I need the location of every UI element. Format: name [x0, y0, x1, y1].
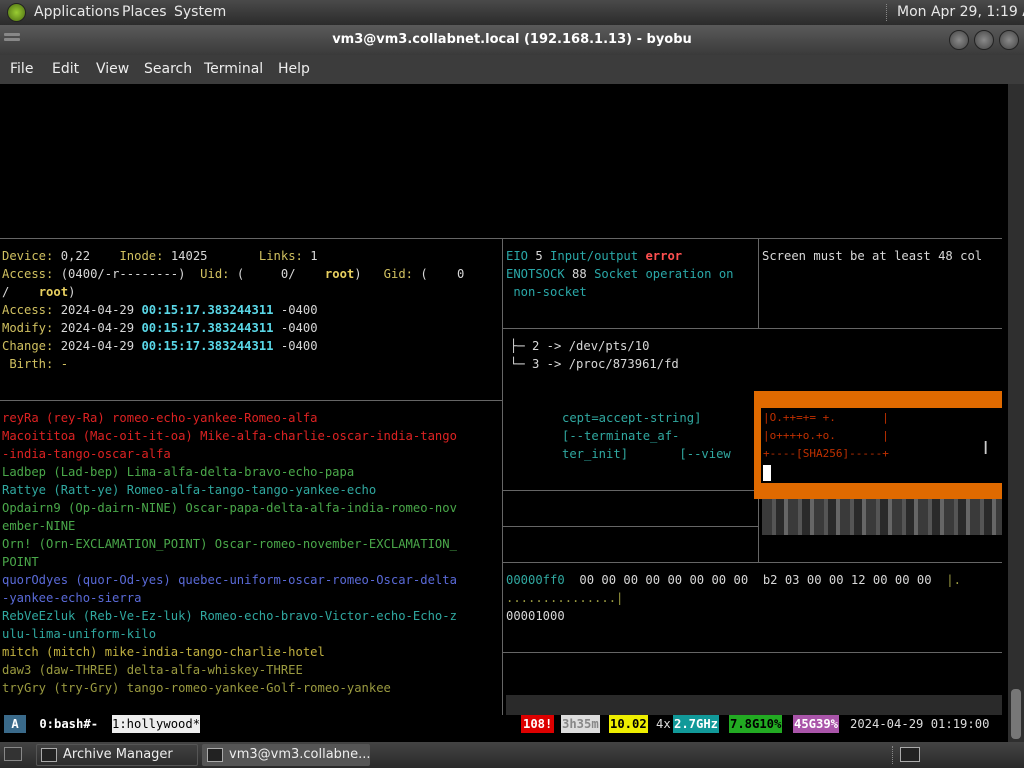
randomart-line: +----[SHA256]-----+	[763, 447, 889, 460]
pane-divider	[502, 328, 1002, 329]
pane-divider	[758, 238, 759, 328]
stat-perm-line: Access: (0400/-r--------) Uid: ( 0/ root…	[2, 267, 465, 281]
name-entry-line: -yankee-echo-sierra	[2, 591, 142, 605]
randomart-line: |O.++=+= +. |	[763, 411, 889, 424]
window-tab-hollywood[interactable]: 1:hollywood*	[112, 715, 201, 733]
scrollbar-thumb[interactable]	[1011, 689, 1021, 739]
session-badge: A	[4, 715, 26, 733]
stat-birth-line: Birth: -	[2, 357, 69, 371]
panel-clock[interactable]: Mon Apr 29, 1:19 AM	[897, 4, 1024, 20]
updates-badge: 108!	[521, 715, 555, 733]
name-entry-line: daw3 (daw-THREE) delta-alfa-whiskey-THRE…	[2, 663, 303, 677]
panel-separator	[886, 4, 888, 21]
uptime-badge: 3h35m	[561, 715, 600, 733]
minimize-button[interactable]	[949, 30, 969, 50]
archive-manager-icon	[41, 748, 57, 762]
pane-divider	[502, 490, 754, 491]
hexdump-next-offset: 00001000	[506, 609, 565, 623]
name-entry-line: ulu-lima-uniform-kilo	[2, 627, 157, 641]
menu-view[interactable]: View	[96, 61, 129, 77]
menu-help[interactable]: Help	[278, 61, 310, 77]
ascii-art-block	[762, 499, 1002, 535]
randomart-line: |o++++o.+o. |	[763, 429, 889, 442]
task-label: Archive Manager	[63, 747, 173, 762]
name-entry-line: tryGry (try-Gry) tango-romeo-yankee-Golf…	[2, 681, 391, 695]
name-entry-line: quorOdyes (quor-Od-yes) quebec-uniform-o…	[2, 573, 457, 587]
ssh-keygen-randomart: |O.++=+= +. | |o++++o.+o. | +----[SHA256…	[761, 408, 1002, 483]
name-entry-line: ember-NINE	[2, 519, 76, 533]
window-title: vm3@vm3.collabnet.local (192.168.1.13) -…	[332, 32, 692, 47]
cpu-freq-badge: 2.7GHz	[673, 715, 720, 733]
pane-divider	[758, 499, 759, 562]
window-tab-bash[interactable]: 0:bash#-	[32, 715, 105, 733]
name-entry-line: RebVeEzluk (Reb-Ve-Ez-luk) Romeo-echo-br…	[2, 609, 457, 623]
bottom-taskbar: Archive Manager vm3@vm3.collabne...	[0, 742, 1024, 768]
fd-line: ├─ 2 -> /dev/pts/10	[510, 339, 650, 353]
pane-divider	[502, 562, 1002, 563]
mouse-ibeam-icon: Ⅰ	[983, 438, 989, 459]
top-panel: Applications Places System Mon Apr 29, 1…	[0, 0, 1024, 25]
terminal-area[interactable]: Device: 0,22 Inode: 14025 Links: 1 Acces…	[0, 84, 1008, 742]
screen-size-message: Screen must be at least 48 col	[762, 249, 983, 263]
stat-change-line: Change: 2024-04-29 00:15:17.383244311 -0…	[2, 339, 318, 353]
menu-file[interactable]: File	[10, 61, 33, 77]
stat-access-line: Access: 2024-04-29 00:15:17.383244311 -0…	[2, 303, 318, 317]
pane-divider	[502, 652, 1002, 653]
menu-edit[interactable]: Edit	[52, 61, 79, 77]
name-entry-line: Ladbep (Lad-bep) Lima-alfa-delta-bravo-e…	[2, 465, 355, 479]
errno-enotsock-line: ENOTSOCK 88 Socket operation on	[506, 267, 734, 281]
active-pane-highlight: |O.++=+= +. | |o++++o.+o. | +----[SHA256…	[754, 391, 1002, 499]
terminal-scrollbar[interactable]	[1008, 84, 1024, 742]
usage-line: [--terminate_af-	[562, 429, 680, 443]
cpu-count: 4x	[656, 717, 671, 731]
byobu-status-bar: A 0:bash#- 1:hollywood* 108! 3h35m 10.02…	[0, 715, 1008, 733]
name-entry-line: Opdairn9 (Op-dairn-NINE) Oscar-papa-delt…	[2, 501, 457, 515]
hexdump-line: 00000ff0 00 00 00 00 00 00 00 00 b2 03 0…	[506, 573, 961, 587]
applications-menu[interactable]: Applications	[34, 4, 120, 20]
places-menu[interactable]: Places	[122, 4, 167, 20]
window-titlebar[interactable]: vm3@vm3.collabnet.local (192.168.1.13) -…	[0, 25, 1024, 55]
usage-line: ter_init] [--view	[562, 447, 731, 461]
name-entry-line: Orn! (Orn-EXCLAMATION_POINT) Oscar-romeo…	[2, 537, 457, 551]
name-entry-line: mitch (mitch) mike-india-tango-charlie-h…	[2, 645, 325, 659]
name-entry-line: reyRa (rey-Ra) romeo-echo-yankee-Romeo-a…	[2, 411, 318, 425]
terminal-icon	[207, 748, 223, 762]
close-button[interactable]	[999, 30, 1019, 50]
task-archive-manager[interactable]: Archive Manager	[36, 744, 198, 766]
memory-badge: 7.8G10%	[729, 715, 783, 733]
load-badge: 10.02	[609, 715, 648, 733]
name-entry-line: POINT	[2, 555, 39, 569]
empty-pane-region	[506, 695, 1002, 715]
name-entry-line: Rattye (Ratt-ye) Romeo-alfa-tango-tango-…	[2, 483, 377, 497]
pane-divider	[0, 238, 1002, 239]
task-terminal[interactable]: vm3@vm3.collabne...	[202, 744, 371, 766]
taskbar-separator	[892, 746, 894, 764]
hexdump-ascii-cont: ...............|	[506, 591, 624, 605]
name-entry-line: -india-tango-oscar-alfa	[2, 447, 171, 461]
menu-terminal[interactable]: Terminal	[204, 61, 263, 77]
name-entry-line: Macoititoa (Mac-oit-it-oa) Mike-alfa-cha…	[2, 429, 457, 443]
system-menu[interactable]: System	[174, 4, 226, 20]
show-desktop-icon[interactable]	[4, 747, 22, 761]
disk-badge: 45G39%	[793, 715, 840, 733]
stat-modify-line: Modify: 2024-04-29 00:15:17.383244311 -0…	[2, 321, 318, 335]
status-datetime: 2024-04-29 01:19:00	[850, 717, 990, 731]
pane-divider	[0, 400, 502, 401]
workspace-switcher-icon[interactable]	[900, 747, 920, 762]
stat-device-line: Device: 0,22 Inode: 14025 Links: 1	[2, 249, 318, 263]
errno-enotsock-cont: non-socket	[506, 285, 587, 299]
pane-divider	[502, 238, 503, 715]
text-cursor	[763, 465, 771, 481]
menu-search[interactable]: Search	[144, 61, 192, 77]
menubar: File Edit View Search Terminal Help	[0, 55, 1024, 84]
task-label: vm3@vm3.collabne...	[229, 747, 371, 762]
usage-line: cept=accept-string]	[562, 411, 702, 425]
fd-line: └─ 3 -> /proc/873961/fd	[510, 357, 679, 371]
distro-logo-icon[interactable]	[7, 3, 26, 22]
maximize-button[interactable]	[974, 30, 994, 50]
pane-divider	[502, 526, 758, 527]
stat-gid-cont-line: / root)	[2, 285, 76, 299]
errno-eio-line: EIO 5 Input/output error	[506, 249, 683, 263]
